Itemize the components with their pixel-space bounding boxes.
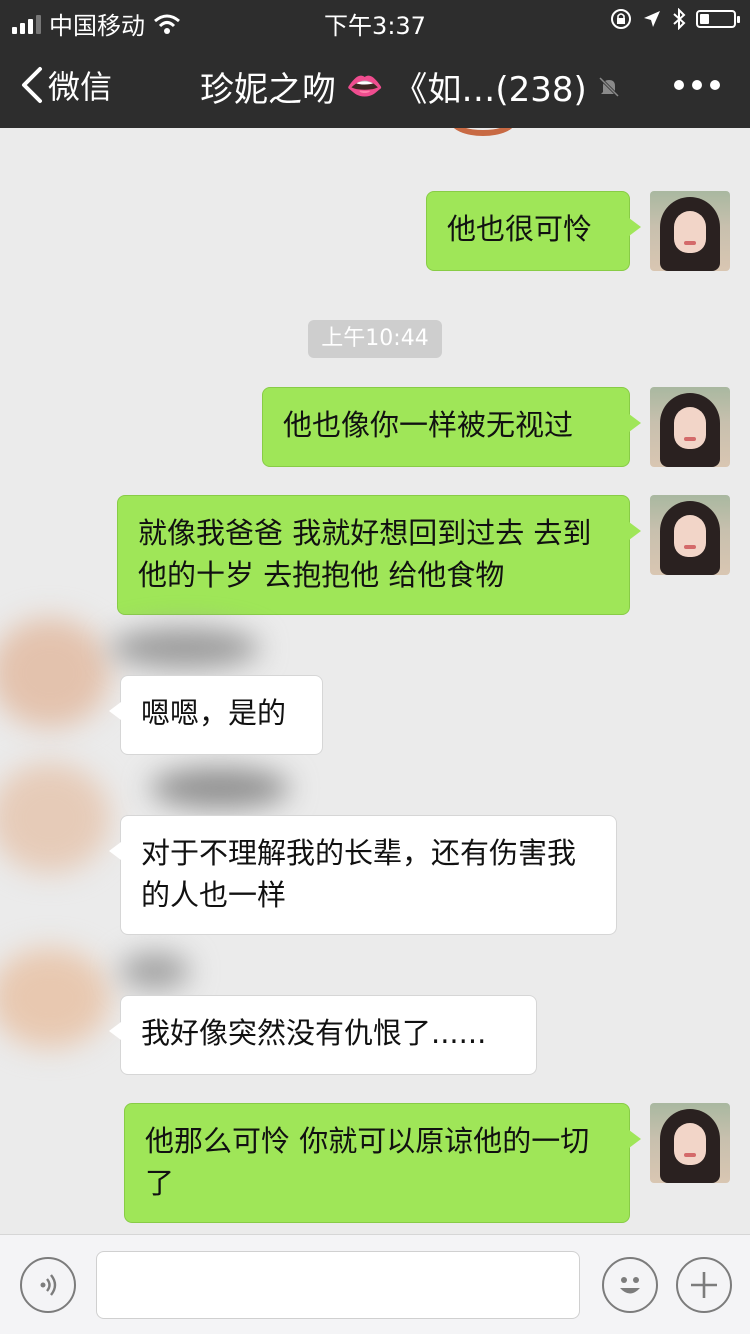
status-right xyxy=(610,8,740,30)
blurred-avatar xyxy=(0,948,110,1048)
blurred-avatar xyxy=(0,763,110,873)
mute-bell-icon xyxy=(598,76,619,97)
my-message-bubble[interactable]: 他也很可怜 xyxy=(426,191,641,271)
back-chevron-icon xyxy=(22,67,42,103)
battery-icon xyxy=(696,10,740,28)
my-message-bubble[interactable]: 他那么可怜 你就可以原谅他的一切了 xyxy=(124,1103,641,1223)
chat-area: 他也很可怜 上午10:44 他也像你一样被无视过 就像我爸爸 我就好想回到过去 … xyxy=(0,128,750,1234)
blurred-name xyxy=(120,953,190,989)
voice-icon xyxy=(40,1274,57,1296)
emoji-icon xyxy=(620,1277,640,1294)
chat-title-main: 珍妮之吻 xyxy=(200,70,336,110)
nav-bar: 微信 珍妮之吻 👄 《如…(238) xyxy=(0,40,750,128)
input-bar xyxy=(0,1234,750,1334)
my-avatar[interactable] xyxy=(650,387,730,467)
chat-timestamp: 上午10:44 xyxy=(308,320,442,358)
lock-rotation-icon xyxy=(611,9,631,29)
status-bar: 中国移动 下午3:37 xyxy=(0,0,750,40)
my-avatar[interactable] xyxy=(650,1103,730,1183)
more-icon[interactable] xyxy=(674,80,720,90)
other-message-bubble[interactable]: 嗯嗯，是的 xyxy=(109,675,323,755)
other-message-bubble[interactable]: 我好像突然没有仇恨了...... xyxy=(109,995,537,1075)
blurred-avatar xyxy=(0,618,110,728)
bluetooth-icon xyxy=(673,8,686,30)
my-avatar[interactable] xyxy=(650,495,730,575)
back-button[interactable]: 微信 xyxy=(18,62,112,108)
chat-title: 珍妮之吻 👄 《如…(238) xyxy=(200,62,621,111)
plus-icon xyxy=(691,1272,717,1298)
voice-button[interactable] xyxy=(20,1257,76,1313)
emoji-button[interactable] xyxy=(602,1257,658,1313)
lips-emoji: 👄 xyxy=(346,69,384,104)
partial-avatar xyxy=(450,128,516,136)
back-label: 微信 xyxy=(48,68,113,106)
my-avatar[interactable] xyxy=(650,191,730,271)
blurred-name xyxy=(150,768,290,808)
message-input[interactable] xyxy=(96,1251,580,1319)
blurred-name xyxy=(110,628,260,668)
my-message-bubble[interactable]: 他也像你一样被无视过 xyxy=(262,387,641,467)
location-icon xyxy=(644,11,660,27)
chat-title-tail: 《如…(238) xyxy=(393,70,587,110)
plus-button[interactable] xyxy=(676,1257,732,1313)
my-message-bubble[interactable]: 就像我爸爸 我就好想回到过去 去到他的十岁 去抱抱他 给他食物 xyxy=(117,495,641,615)
other-message-bubble[interactable]: 对于不理解我的长辈，还有伤害我的人也一样 xyxy=(109,815,617,935)
